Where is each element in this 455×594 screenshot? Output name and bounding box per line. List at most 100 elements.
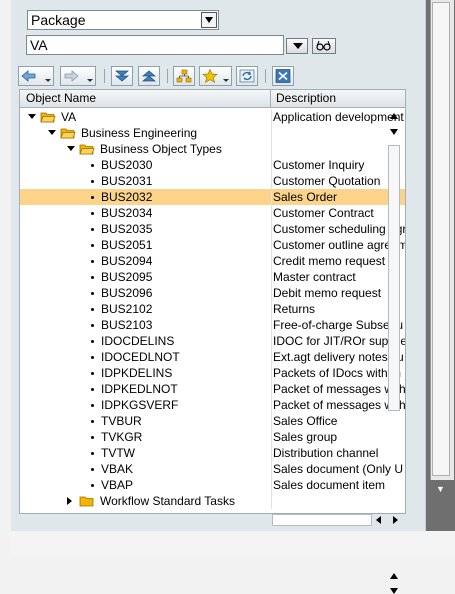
- leaf-bullet-icon: [91, 388, 94, 391]
- expanded-node-icon[interactable]: [28, 114, 36, 119]
- tree-node[interactable]: BUS2035 Customer scheduling agr: [20, 221, 405, 237]
- object-type-select[interactable]: Package: [27, 10, 219, 30]
- column-divider: [271, 477, 272, 493]
- tree-folder-node[interactable]: Workflow Standard Tasks: [20, 493, 405, 509]
- tree-node[interactable]: TVKGR Sales group: [20, 429, 405, 445]
- favorites-dropdown-icon[interactable]: [223, 79, 229, 82]
- tree-node[interactable]: BUS2094 Credit memo request: [20, 253, 405, 269]
- scroll-down-icon[interactable]: [390, 129, 398, 135]
- scroll-left-icon[interactable]: [376, 516, 381, 524]
- column-divider: [271, 109, 272, 125]
- column-divider: [271, 189, 272, 205]
- outer-scrollbar[interactable]: ▼: [426, 0, 455, 531]
- leaf-bullet-icon: [91, 468, 94, 471]
- scroll-down-icon[interactable]: [390, 588, 398, 594]
- column-header-object-name[interactable]: Object Name: [20, 90, 271, 108]
- expanded-node-icon[interactable]: [48, 130, 56, 135]
- scroll-up-icon[interactable]: [390, 573, 398, 579]
- column-divider: [271, 365, 272, 381]
- horizontal-scroll-thumb[interactable]: [272, 514, 372, 526]
- object-name-value: VA: [30, 37, 48, 53]
- open-folder-icon: [40, 112, 56, 123]
- tree-node[interactable]: IDPKGSVERF Packet of messages with: [20, 397, 405, 413]
- close-icon: [275, 69, 291, 83]
- back-dropdown-icon[interactable]: [45, 79, 51, 82]
- leaf-bullet-icon: [91, 372, 94, 375]
- tree-node-name: BUS2102: [101, 302, 153, 316]
- forward-button[interactable]: [60, 66, 96, 86]
- tree-node-name: IDOCEDLNOT: [101, 350, 180, 364]
- collapse-all-button[interactable]: [138, 66, 160, 86]
- column-divider: [271, 349, 272, 365]
- tree-node-name: BUS2032: [101, 190, 153, 204]
- tree-folder-node[interactable]: VA Application development: [20, 109, 405, 125]
- leaf-bullet-icon: [91, 196, 94, 199]
- tree-node[interactable]: TVTW Distribution channel: [20, 445, 405, 461]
- tree-node[interactable]: BUS2096 Debit memo request: [20, 285, 405, 301]
- tree-node[interactable]: BUS2095 Master contract: [20, 269, 405, 285]
- collapsed-node-icon[interactable]: [67, 497, 72, 505]
- back-button[interactable]: [18, 66, 54, 86]
- tree-node[interactable]: BUS2030 Customer Inquiry: [20, 157, 405, 173]
- favorites-icon: [202, 69, 218, 83]
- tree-node[interactable]: IDOCDELINS IDOC for JIT/ROr supplie: [20, 333, 405, 349]
- object-type-value: Package: [31, 12, 86, 28]
- leaf-bullet-icon: [91, 356, 94, 359]
- expanded-node-icon[interactable]: [67, 146, 75, 151]
- tree-node[interactable]: VBAP Sales document item: [20, 477, 405, 493]
- tree-node-name: BUS2096: [101, 286, 153, 300]
- hierarchy-button[interactable]: [173, 66, 195, 86]
- tree-node-name: Workflow Standard Tasks: [100, 494, 235, 508]
- column-divider: [271, 301, 272, 317]
- column-divider: [271, 221, 272, 237]
- collapse-all-icon: [142, 70, 156, 82]
- column-divider: [271, 461, 272, 477]
- tree-node[interactable]: IDOCEDLNOT Ext.agt delivery notes su: [20, 349, 405, 365]
- tree-node[interactable]: BUS2102 Returns: [20, 301, 405, 317]
- object-history-button[interactable]: [286, 38, 308, 54]
- tree-node[interactable]: IDPKDELINS Packets of IDocs with m: [20, 365, 405, 381]
- tree-node[interactable]: BUS2051 Customer outline agreem: [20, 237, 405, 253]
- close-button[interactable]: [272, 66, 294, 86]
- expand-all-icon: [115, 70, 129, 82]
- tree-node[interactable]: BUS2031 Customer Quotation: [20, 173, 405, 189]
- tree-node-name: TVKGR: [101, 430, 143, 444]
- display-button[interactable]: [312, 38, 336, 54]
- favorites-button[interactable]: [199, 66, 232, 86]
- tree-scroll-thumb[interactable]: [388, 145, 400, 411]
- scroll-up-icon[interactable]: [390, 113, 398, 119]
- leaf-bullet-icon: [91, 292, 94, 295]
- tree-node[interactable]: BUS2034 Customer Contract: [20, 205, 405, 221]
- column-divider: [271, 317, 272, 333]
- tree-folder-node[interactable]: Business Engineering: [20, 125, 405, 141]
- tree-folder-node[interactable]: Business Object Types: [20, 141, 405, 157]
- refresh-button[interactable]: [236, 66, 258, 86]
- tree-vertical-scrollbar[interactable]: [386, 89, 402, 594]
- toolbar-separator: [167, 69, 168, 83]
- chevron-down-icon[interactable]: [201, 12, 217, 28]
- object-tree[interactable]: Object Name Description VA Application de…: [19, 89, 406, 514]
- column-divider: [271, 253, 272, 269]
- tree-node-name: BUS2094: [101, 254, 153, 268]
- leaf-bullet-icon: [91, 436, 94, 439]
- description-horizontal-scrollbar[interactable]: [270, 512, 410, 528]
- outer-scroll-down-icon[interactable]: ▼: [436, 484, 445, 494]
- tree-node[interactable]: TVBUR Sales Office: [20, 413, 405, 429]
- tree-node[interactable]: VBAK Sales document (Only U: [20, 461, 405, 477]
- glasses-icon: [316, 40, 331, 51]
- leaf-bullet-icon: [91, 340, 94, 343]
- outer-scroll-thumb[interactable]: [432, 2, 450, 476]
- tree-node[interactable]: BUS2032 Sales Order: [20, 189, 405, 205]
- object-name-input[interactable]: VA: [26, 35, 284, 55]
- column-divider: [271, 157, 272, 173]
- tree-node-name: IDPKGSVERF: [101, 398, 179, 412]
- tree-node[interactable]: IDPKEDLNOT Packet of messages with: [20, 381, 405, 397]
- forward-dropdown-icon[interactable]: [87, 79, 93, 82]
- leaf-bullet-icon: [91, 324, 94, 327]
- expand-all-button[interactable]: [111, 66, 133, 86]
- tree-node-name: IDPKDELINS: [101, 366, 173, 380]
- tree-node[interactable]: BUS2103 Free-of-charge Subsequ: [20, 317, 405, 333]
- column-divider: [271, 285, 272, 301]
- column-divider: [271, 141, 272, 157]
- scroll-right-icon[interactable]: [393, 516, 398, 524]
